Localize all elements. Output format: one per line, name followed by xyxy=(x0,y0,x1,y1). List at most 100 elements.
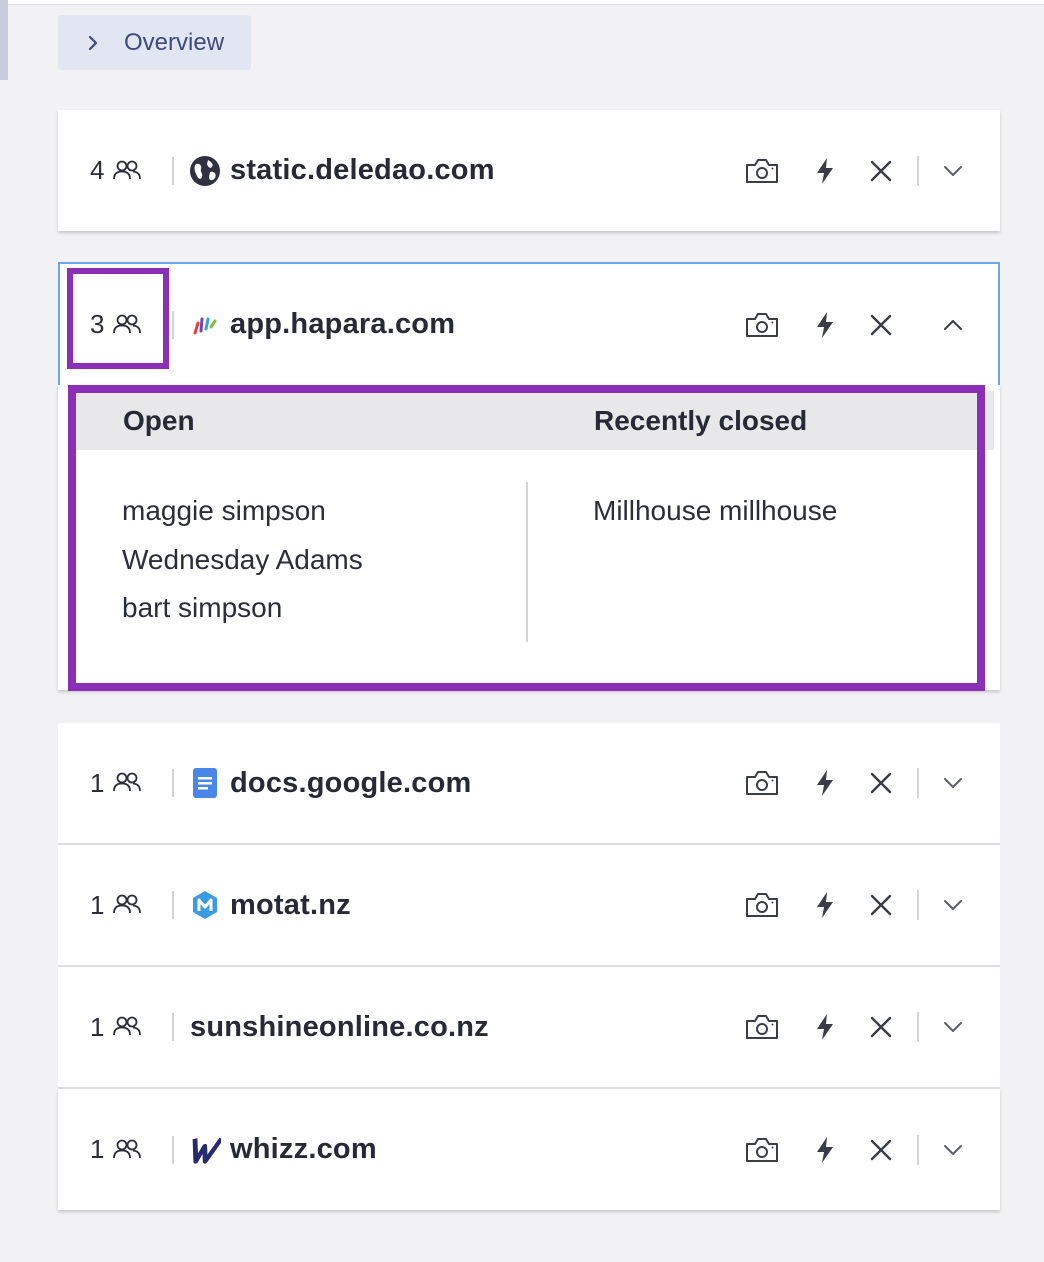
site-domain: motat.nz xyxy=(230,888,351,921)
camera-icon xyxy=(744,1135,780,1165)
close-tab-button[interactable] xyxy=(866,768,896,798)
close-icon xyxy=(866,310,896,340)
student-name[interactable]: Wednesday Adams xyxy=(122,544,363,593)
chevron-down-icon xyxy=(938,156,968,186)
separator xyxy=(917,1012,919,1042)
expand-button[interactable] xyxy=(938,1012,968,1042)
user-count[interactable]: 3 xyxy=(90,309,142,340)
expand-button[interactable] xyxy=(938,768,968,798)
users-icon xyxy=(112,771,142,795)
closed-student-list: Millhouse millhouse xyxy=(593,495,837,527)
expand-button[interactable] xyxy=(938,156,968,186)
site-domain: whizz.com xyxy=(230,1133,377,1165)
site-card-expanded[interactable]: 3 app.hapara.com xyxy=(58,262,1000,387)
separator xyxy=(172,1013,174,1041)
left-panel-edge xyxy=(0,0,8,80)
student-name[interactable]: maggie simpson xyxy=(122,495,363,544)
site-card[interactable]: 1 sunshineonline.co.nz xyxy=(58,967,1000,1087)
close-tab-button[interactable] xyxy=(866,1012,896,1042)
separator xyxy=(917,1134,919,1165)
column-separator xyxy=(526,482,528,642)
chevron-down-icon xyxy=(938,768,968,798)
screenshot-button[interactable] xyxy=(744,156,780,186)
freeze-button[interactable] xyxy=(812,156,838,186)
site-domain: sunshineonline.co.nz xyxy=(190,1010,489,1043)
collapse-button[interactable] xyxy=(938,310,968,340)
google-docs-icon xyxy=(189,767,221,799)
close-tab-button[interactable] xyxy=(866,1135,896,1165)
camera-icon xyxy=(744,890,780,920)
screenshot-button[interactable] xyxy=(744,890,780,920)
close-tab-button[interactable] xyxy=(866,156,896,186)
student-name[interactable]: Millhouse millhouse xyxy=(593,495,837,527)
user-count-number: 1 xyxy=(90,767,105,798)
open-header: Open xyxy=(123,405,195,436)
camera-icon xyxy=(744,1012,780,1042)
user-count-number: 1 xyxy=(90,889,105,920)
users-icon xyxy=(112,1138,142,1162)
overview-button[interactable]: Overview xyxy=(58,15,251,70)
freeze-button[interactable] xyxy=(812,1135,838,1165)
user-count[interactable]: 4 xyxy=(90,155,142,186)
lightning-icon xyxy=(812,1135,838,1165)
user-count-number: 4 xyxy=(90,155,105,185)
screenshot-button[interactable] xyxy=(744,768,780,798)
user-count-number: 3 xyxy=(90,309,105,339)
site-card[interactable]: 1 motat.nz xyxy=(58,845,1000,965)
site-card[interactable]: 1 docs.google.com xyxy=(58,723,1000,843)
site-domain: static.deledao.com xyxy=(230,154,495,186)
separator xyxy=(172,156,174,185)
lightning-icon xyxy=(812,768,838,798)
globe-icon xyxy=(189,155,221,187)
users-icon xyxy=(112,313,142,337)
detail-header: Open Recently closed xyxy=(72,391,994,450)
camera-icon xyxy=(744,310,780,340)
top-border xyxy=(0,0,1044,5)
separator xyxy=(917,768,919,798)
site-card[interactable]: 1 whizz.com xyxy=(58,1089,1000,1210)
user-count[interactable]: 1 xyxy=(90,1134,142,1165)
user-count[interactable]: 1 xyxy=(90,890,142,921)
chevron-down-icon xyxy=(938,890,968,920)
close-icon xyxy=(866,156,896,186)
screenshot-button[interactable] xyxy=(744,310,780,340)
site-domain: docs.google.com xyxy=(230,766,472,799)
chevron-down-icon xyxy=(938,1135,968,1165)
student-name[interactable]: bart simpson xyxy=(122,592,363,641)
close-icon xyxy=(866,768,896,798)
screenshot-button[interactable] xyxy=(744,1135,780,1165)
expand-button[interactable] xyxy=(938,1135,968,1165)
close-tab-button[interactable] xyxy=(866,310,896,340)
overview-label: Overview xyxy=(124,28,225,56)
site-domain: app.hapara.com xyxy=(230,308,456,340)
separator xyxy=(172,891,174,919)
chevron-up-icon xyxy=(938,310,968,340)
user-count[interactable]: 1 xyxy=(90,1012,142,1043)
freeze-button[interactable] xyxy=(812,310,838,340)
separator xyxy=(172,310,174,339)
screenshot-button[interactable] xyxy=(744,1012,780,1042)
freeze-button[interactable] xyxy=(812,1012,838,1042)
chevron-down-icon xyxy=(938,1012,968,1042)
freeze-button[interactable] xyxy=(812,768,838,798)
users-icon xyxy=(112,1015,142,1039)
users-icon xyxy=(112,893,142,917)
user-count[interactable]: 1 xyxy=(90,768,142,799)
expand-button[interactable] xyxy=(938,890,968,920)
student-detail-panel: Open Recently closed maggie simpson Wedn… xyxy=(58,385,1000,690)
separator xyxy=(917,155,919,186)
close-icon xyxy=(866,1012,896,1042)
separator xyxy=(917,890,919,920)
whizz-icon xyxy=(189,1134,221,1166)
recently-closed-header: Recently closed xyxy=(594,405,808,436)
site-card[interactable]: 4 static.deledao.com xyxy=(58,110,1000,231)
freeze-button[interactable] xyxy=(812,890,838,920)
lightning-icon xyxy=(812,1012,838,1042)
motat-icon xyxy=(189,889,221,921)
close-tab-button[interactable] xyxy=(866,890,896,920)
camera-icon xyxy=(744,768,780,798)
user-count-number: 1 xyxy=(90,1011,105,1042)
lightning-icon xyxy=(812,156,838,186)
close-icon xyxy=(866,1135,896,1165)
lightning-icon xyxy=(812,890,838,920)
